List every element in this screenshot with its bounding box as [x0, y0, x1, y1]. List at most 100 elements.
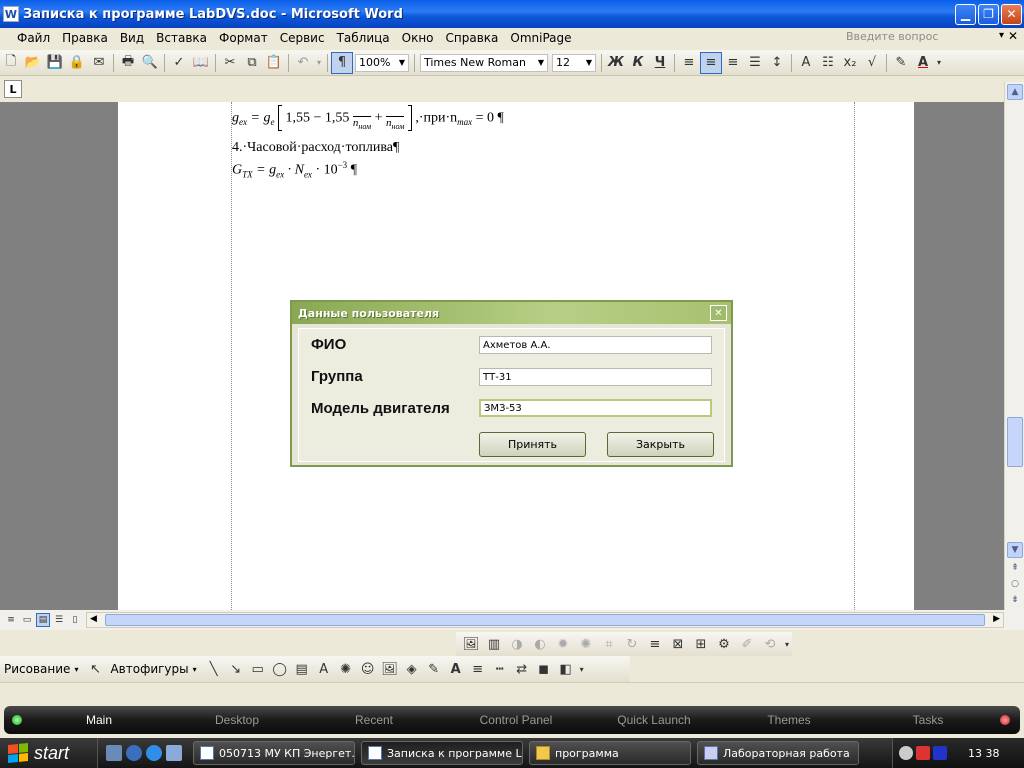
- launch-tab-control-panel[interactable]: Control Panel: [468, 713, 564, 727]
- underline-button[interactable]: Ч: [649, 52, 671, 74]
- chevron-down-icon[interactable]: ▾: [999, 30, 1004, 41]
- arrow-icon[interactable]: ↘: [225, 658, 247, 680]
- chevron-down-icon[interactable]: ▾: [74, 665, 78, 674]
- equation-icon[interactable]: √: [861, 52, 883, 74]
- close-document-icon[interactable]: ✕: [1008, 29, 1018, 43]
- fill-color-icon[interactable]: ◈: [401, 658, 423, 680]
- permission-icon[interactable]: 🔒: [66, 52, 88, 74]
- taskbar-item-folder[interactable]: программа: [529, 741, 691, 765]
- menu-table[interactable]: Таблица: [331, 31, 396, 45]
- accept-button[interactable]: Принять: [479, 432, 586, 457]
- align-center-icon[interactable]: ≡: [700, 51, 722, 74]
- line-weight-icon[interactable]: ≡: [467, 658, 489, 680]
- desktop-icon[interactable]: [166, 745, 182, 761]
- clock[interactable]: 13 38: [968, 747, 1000, 760]
- vertical-scroll-thumb[interactable]: [1007, 417, 1023, 467]
- format-picture-icon[interactable]: ⚙: [713, 633, 735, 655]
- toolbar-options-icon[interactable]: ▾: [577, 658, 587, 680]
- toolbar-options-icon[interactable]: ▾: [782, 633, 792, 655]
- taskbar-item-document-2[interactable]: Записка к программе La...: [361, 741, 523, 765]
- picture-icon[interactable]: 🖼: [379, 658, 401, 680]
- menu-file[interactable]: Файл: [11, 31, 56, 45]
- tab-selector-icon[interactable]: L: [4, 80, 22, 98]
- save-icon[interactable]: 💾: [44, 52, 66, 74]
- print-layout-icon[interactable]: ▤: [36, 613, 50, 627]
- select-objects-icon[interactable]: ↖: [84, 658, 106, 680]
- show-desktop-icon[interactable]: [106, 745, 122, 761]
- text-box-icon[interactable]: ▤: [291, 658, 313, 680]
- menu-tools[interactable]: Сервис: [274, 31, 331, 45]
- tray-media-icon[interactable]: [933, 746, 947, 760]
- restore-button[interactable]: ❐: [978, 3, 999, 25]
- copy-icon[interactable]: ⧉: [241, 52, 263, 74]
- outline-view-icon[interactable]: ☰: [52, 613, 66, 627]
- reading-view-icon[interactable]: ▯: [68, 613, 82, 627]
- line-color-icon[interactable]: ✎: [423, 658, 445, 680]
- engine-model-input[interactable]: ЗМЗ-53: [479, 399, 712, 417]
- vertical-scrollbar[interactable]: ▲ ▼ ⇞ ○ ⇟: [1004, 82, 1024, 610]
- dash-style-icon[interactable]: ┅: [489, 658, 511, 680]
- email-icon[interactable]: ✉: [88, 52, 110, 74]
- dialog-title[interactable]: Данные пользователя: [292, 302, 731, 324]
- normal-view-icon[interactable]: ≡: [4, 613, 18, 627]
- 3d-style-icon[interactable]: ◧: [555, 658, 577, 680]
- paste-icon[interactable]: 📋: [263, 52, 285, 74]
- taskbar-item-document-1[interactable]: 050713 МУ КП Энергет...: [193, 741, 355, 765]
- minimize-button[interactable]: ▁: [955, 3, 976, 25]
- styles-icon[interactable]: A: [795, 52, 817, 74]
- menu-window[interactable]: Окно: [396, 31, 440, 45]
- zoom-select[interactable]: 100% ▼: [355, 53, 409, 72]
- chevron-down-icon[interactable]: ▾: [314, 52, 324, 74]
- close-button[interactable]: Закрыть: [607, 432, 714, 457]
- start-button[interactable]: start: [0, 738, 98, 768]
- menu-view[interactable]: Вид: [114, 31, 150, 45]
- font-color-icon[interactable]: A: [445, 658, 467, 680]
- launch-tab-quick-launch[interactable]: Quick Launch: [606, 713, 702, 727]
- dialog-close-icon[interactable]: ✕: [710, 305, 727, 321]
- autoshapes-menu[interactable]: Автофигуры: [106, 662, 192, 676]
- font-name-select[interactable]: Times New Roman ▼: [420, 53, 548, 72]
- horizontal-scroll-thumb[interactable]: [105, 614, 985, 626]
- highlight-icon[interactable]: ✎: [890, 52, 912, 74]
- drawing-menu[interactable]: Рисование: [0, 662, 74, 676]
- launch-tab-themes[interactable]: Themes: [758, 713, 820, 727]
- web-view-icon[interactable]: ▭: [20, 613, 34, 627]
- group-input[interactable]: ТТ-31: [479, 368, 712, 386]
- media-player-icon[interactable]: [126, 745, 142, 761]
- new-document-icon[interactable]: 🗋: [0, 52, 22, 74]
- crop-icon[interactable]: ⌗: [598, 633, 620, 655]
- insert-picture-icon[interactable]: 🖼: [460, 633, 482, 655]
- chevron-down-icon[interactable]: ▾: [193, 665, 197, 674]
- align-right-icon[interactable]: ≡: [722, 52, 744, 74]
- clipart-icon[interactable]: ☺: [357, 658, 379, 680]
- close-window-button[interactable]: ✕: [1001, 3, 1022, 25]
- bullets-icon[interactable]: ☷: [817, 52, 839, 74]
- launch-tab-recent[interactable]: Recent: [344, 713, 404, 727]
- window-titlebar[interactable]: W Записка к программе LabDVS.doc - Micro…: [0, 0, 1024, 28]
- undo-icon[interactable]: ↶: [292, 52, 314, 74]
- rotate-icon[interactable]: ↻: [621, 633, 643, 655]
- shadow-icon[interactable]: ◼: [533, 658, 555, 680]
- horizontal-scrollbar[interactable]: ◀ ▶: [86, 612, 1004, 628]
- tray-antivirus-icon[interactable]: [916, 746, 930, 760]
- subscript-icon[interactable]: x₂: [839, 52, 861, 74]
- menu-help[interactable]: Справка: [440, 31, 505, 45]
- wordart-icon[interactable]: A: [313, 658, 335, 680]
- scroll-down-icon[interactable]: ▼: [1007, 542, 1023, 558]
- less-brightness-icon[interactable]: ✺: [575, 633, 597, 655]
- word-app-icon[interactable]: W: [3, 6, 19, 22]
- text-wrap-icon[interactable]: ⊞: [690, 633, 712, 655]
- browse-object-icon[interactable]: ○: [1007, 576, 1023, 592]
- scroll-right-icon[interactable]: ▶: [993, 614, 1000, 624]
- name-input[interactable]: Ахметов А.А.: [479, 336, 712, 354]
- oval-icon[interactable]: ◯: [269, 658, 291, 680]
- contrast-icon[interactable]: ◑: [506, 633, 528, 655]
- italic-button[interactable]: К: [627, 52, 649, 74]
- next-page-icon[interactable]: ⇟: [1007, 592, 1023, 608]
- menu-omnipage[interactable]: OmniPage: [504, 31, 577, 45]
- compress-icon[interactable]: ⊠: [667, 633, 689, 655]
- reset-picture-icon[interactable]: ⟲: [759, 633, 781, 655]
- research-icon[interactable]: 📖: [190, 52, 212, 74]
- menu-format[interactable]: Формат: [213, 31, 274, 45]
- diagram-icon[interactable]: ✺: [335, 658, 357, 680]
